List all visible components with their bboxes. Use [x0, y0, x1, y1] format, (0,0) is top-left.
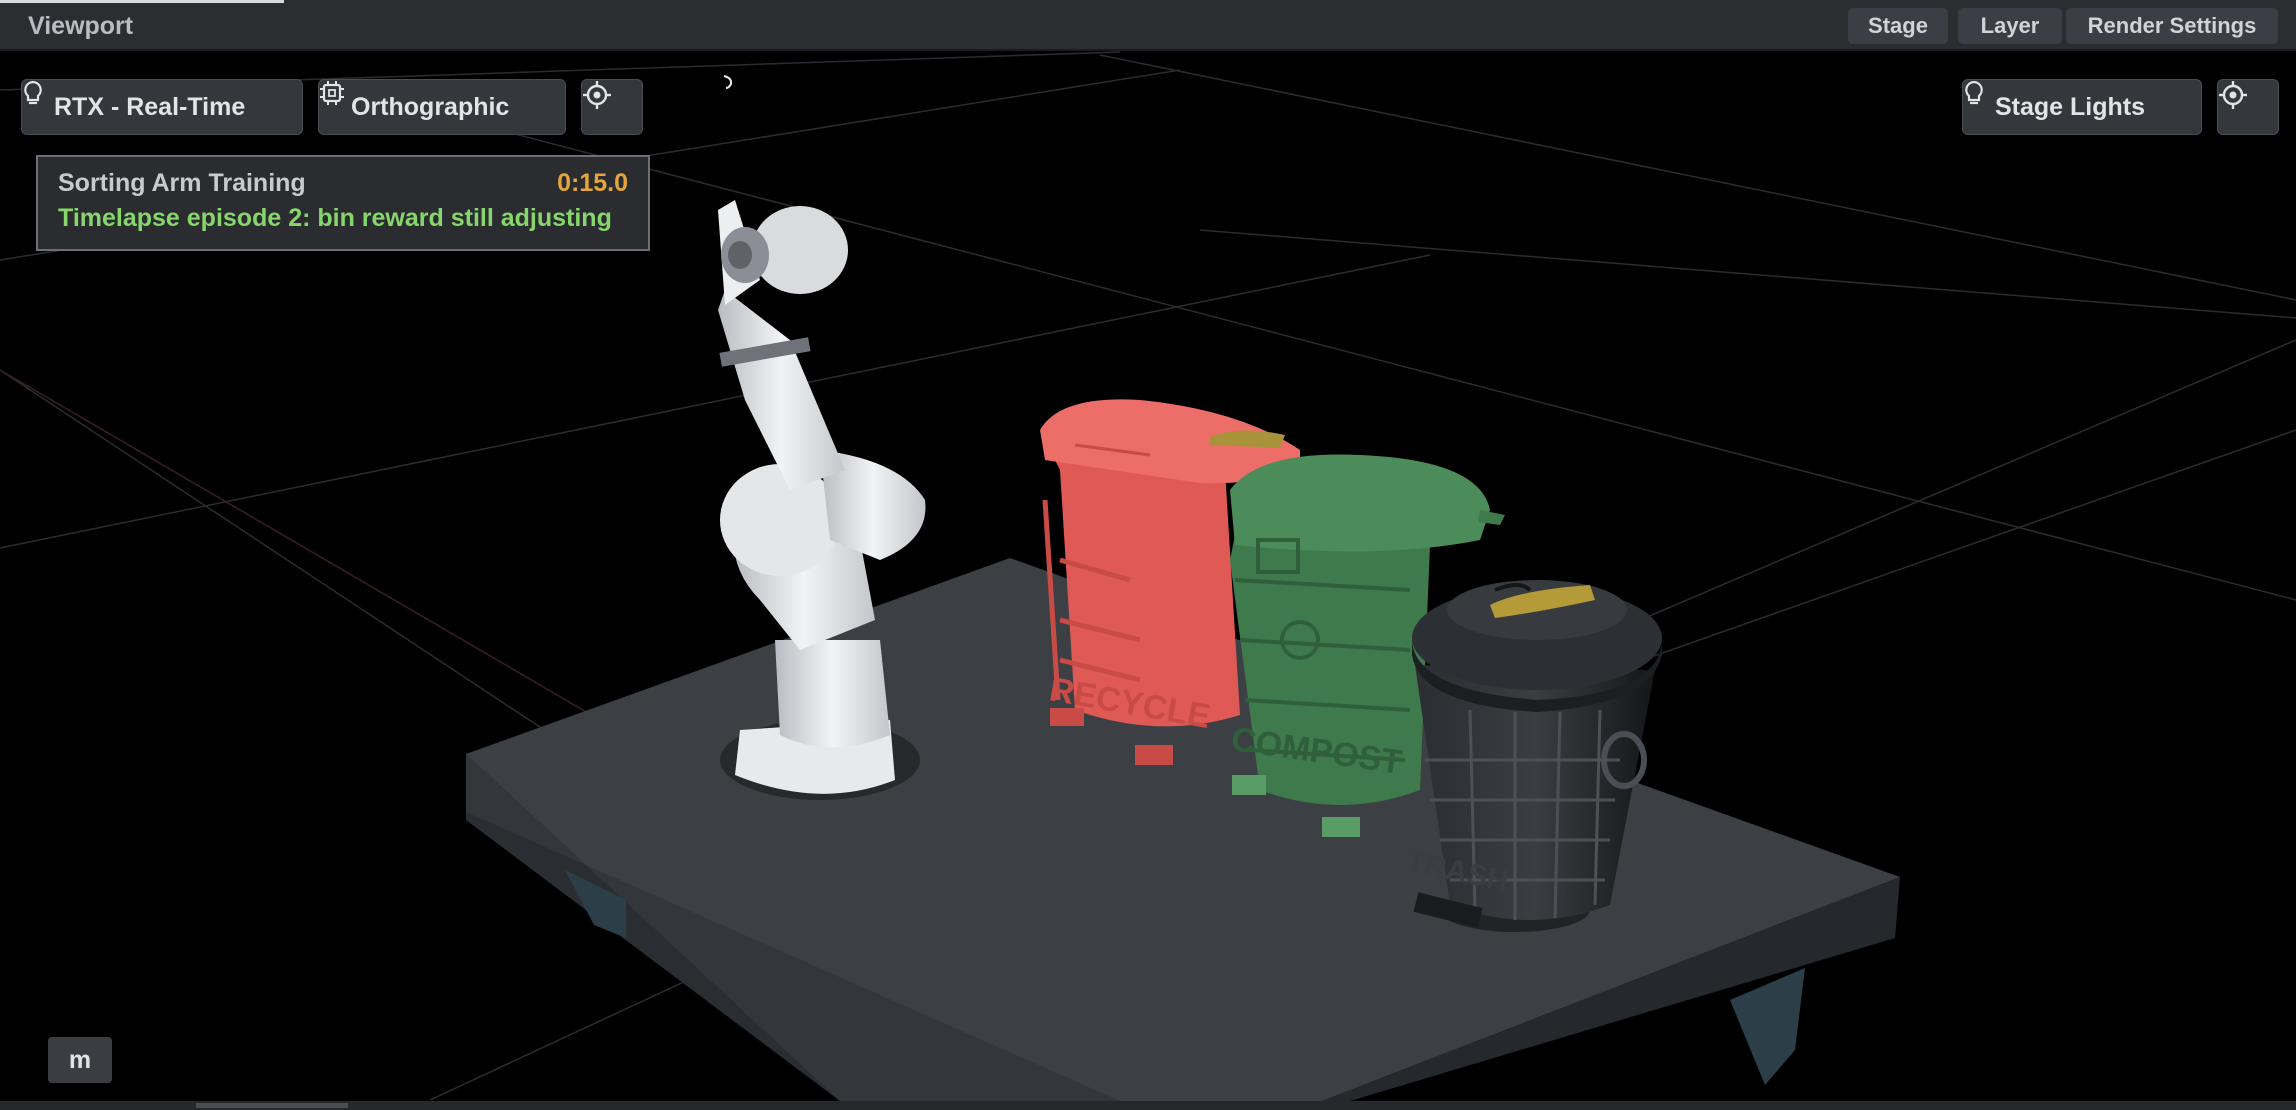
- render-settings-menu-button[interactable]: Render Settings: [2066, 8, 2278, 44]
- active-tab-indicator: [0, 0, 284, 3]
- episode-status: Timelapse episode 2: bin reward still ad…: [58, 204, 612, 232]
- stage-lights-label: Stage Lights: [1995, 92, 2146, 121]
- episode-time: 0:15.0: [557, 169, 628, 197]
- episode-info-panel: Sorting Arm Training 0:15.0 Timelapse ep…: [36, 155, 650, 251]
- stage-menu-button[interactable]: Stage: [1848, 8, 1948, 44]
- camera-focus-button[interactable]: [581, 79, 643, 135]
- renderer-mode-button[interactable]: RTX - Real-Time: [21, 79, 303, 135]
- viewport-window: Viewport Stage Layer Render Settings REC…: [0, 0, 2296, 1110]
- bottom-scrollbar[interactable]: [0, 1101, 2296, 1110]
- scrollbar-thumb[interactable]: [196, 1103, 348, 1108]
- window-title: Viewport: [28, 12, 134, 40]
- layer-menu-button[interactable]: Layer: [1958, 8, 2062, 44]
- m-button[interactable]: m: [48, 1037, 112, 1083]
- projection-mode-label: Orthographic: [351, 92, 510, 121]
- title-bar: Viewport Stage Layer Render Settings: [0, 0, 2296, 51]
- renderer-mode-label: RTX - Real-Time: [54, 92, 246, 121]
- stage-lights-button[interactable]: Stage Lights: [1962, 79, 2202, 135]
- mouse-cursor: [722, 74, 736, 97]
- lights-camera-focus-button[interactable]: [2217, 79, 2279, 135]
- projection-mode-button[interactable]: Orthographic: [318, 79, 566, 135]
- episode-name: Sorting Arm Training: [58, 169, 306, 197]
- x-axis-line: [0, 369, 601, 721]
